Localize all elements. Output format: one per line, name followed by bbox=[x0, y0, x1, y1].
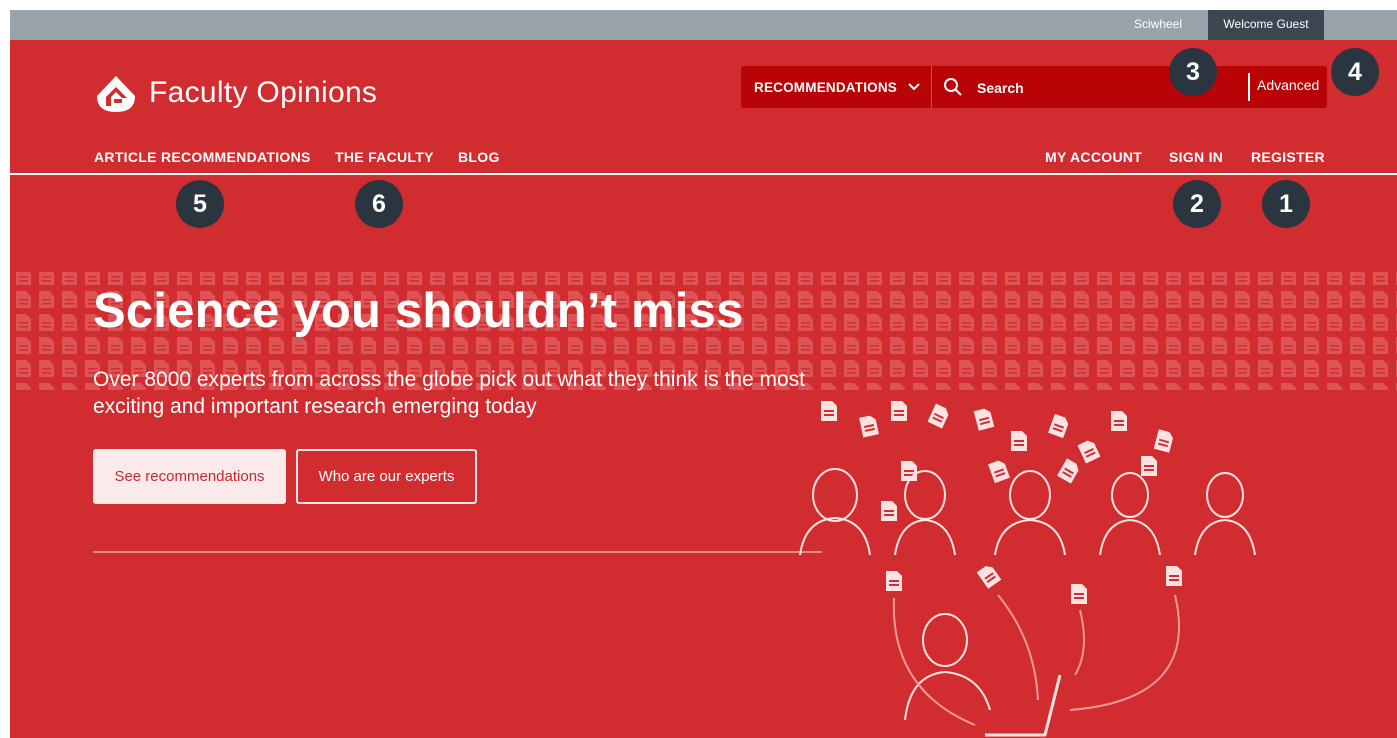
sciwheel-link[interactable]: Sciwheel bbox=[1134, 10, 1182, 40]
welcome-guest-menu[interactable]: Welcome Guest bbox=[1208, 10, 1324, 40]
document-icon bbox=[859, 414, 879, 438]
annotation-badge-2: 2 bbox=[1173, 180, 1221, 228]
document-icon bbox=[1166, 566, 1182, 586]
annotation-badge-6: 6 bbox=[355, 180, 403, 228]
document-icon bbox=[1057, 458, 1081, 484]
nav-the-faculty[interactable]: THE FACULTY bbox=[335, 149, 434, 165]
search-scope-label: RECOMMENDATIONS bbox=[754, 79, 897, 95]
nav-article-recommendations[interactable]: ARTICLE RECOMMENDATIONS bbox=[94, 149, 311, 165]
document-icon bbox=[1141, 456, 1157, 476]
page: Sciwheel Welcome Guest Faculty Opinions bbox=[10, 10, 1397, 738]
nav-blog[interactable]: BLOG bbox=[458, 149, 500, 165]
document-icon bbox=[821, 401, 837, 421]
reader-at-laptop bbox=[904, 613, 1062, 737]
document-icon bbox=[1111, 411, 1127, 431]
advanced-search-link[interactable]: Advanced bbox=[1257, 66, 1319, 104]
experts-group bbox=[799, 468, 1256, 556]
nav-my-account[interactable]: MY ACCOUNT bbox=[1045, 149, 1142, 165]
brand-name: Faculty Opinions bbox=[149, 76, 378, 109]
document-icon bbox=[891, 401, 907, 421]
document-icon bbox=[988, 458, 1010, 484]
hero-subheadline: Over 8000 experts from across the globe … bbox=[93, 368, 806, 418]
annotation-badge-4: 4 bbox=[1331, 48, 1379, 96]
hero-headline: Science you shouldn’t miss bbox=[93, 284, 744, 338]
document-icon bbox=[881, 501, 897, 521]
arrows bbox=[892, 594, 1180, 726]
brand-logo[interactable]: Faculty Opinions bbox=[93, 70, 377, 116]
falling-documents bbox=[821, 401, 1182, 604]
document-icon bbox=[886, 571, 902, 591]
nav-register[interactable]: REGISTER bbox=[1251, 149, 1325, 165]
chevron-down-icon bbox=[908, 83, 920, 91]
nav-divider bbox=[10, 173, 1397, 175]
document-icon bbox=[927, 403, 951, 429]
document-icon bbox=[901, 461, 917, 481]
document-icon bbox=[1071, 584, 1087, 604]
logo-icon bbox=[97, 76, 135, 112]
search-icon[interactable] bbox=[943, 77, 963, 97]
search-scope-dropdown[interactable]: RECOMMENDATIONS bbox=[741, 66, 932, 108]
annotation-badge-1: 1 bbox=[1262, 180, 1310, 228]
nav-sign-in[interactable]: SIGN IN bbox=[1169, 149, 1223, 165]
annotation-badge-3: 3 bbox=[1169, 48, 1217, 96]
experts-illustration bbox=[799, 401, 1256, 737]
hero-section: Faculty Opinions RECOMMENDATIONS Advance… bbox=[10, 40, 1397, 738]
who-are-our-experts-button[interactable]: Who are our experts bbox=[296, 449, 477, 504]
see-recommendations-button[interactable]: See recommendations bbox=[93, 449, 286, 504]
document-icon bbox=[1011, 431, 1027, 451]
search-divider bbox=[1248, 73, 1250, 101]
utility-bar: Sciwheel Welcome Guest bbox=[10, 10, 1397, 40]
annotation-badge-5: 5 bbox=[176, 180, 224, 228]
document-icon bbox=[1077, 438, 1101, 464]
document-icon bbox=[1153, 429, 1175, 453]
hero-divider bbox=[93, 551, 822, 553]
document-icon bbox=[973, 407, 995, 431]
document-icon bbox=[1048, 413, 1070, 439]
search-bar: RECOMMENDATIONS Advanced bbox=[741, 66, 1327, 110]
document-icon bbox=[976, 563, 1002, 589]
